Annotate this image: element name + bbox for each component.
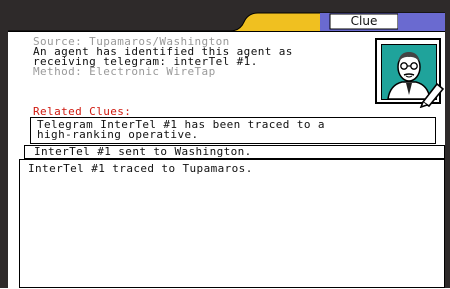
clue-window: Clue Source: Tupamaros/Washington An age… (0, 0, 450, 289)
related-clues-heading: Related Clues: (33, 105, 132, 118)
related-clue-item-1-line2: high-ranking operative. (37, 128, 199, 141)
window-frame-right (445, 0, 450, 288)
title-bar: Clue (0, 0, 450, 31)
related-clue-item-1[interactable]: Telegram InterTel #1 has been traced to … (30, 117, 436, 144)
tab-clue[interactable]: Clue (330, 14, 398, 29)
related-clue-item-2-line1: InterTel #1 sent to Washington. (34, 145, 252, 158)
related-clue-item-3[interactable]: InterTel #1 traced to Tupamaros. (19, 159, 445, 288)
window-frame-left (0, 0, 8, 288)
pencil-icon[interactable] (417, 78, 447, 108)
agent-portrait[interactable] (375, 38, 445, 108)
clue-method: Method: Electronic WireTap (33, 65, 216, 78)
related-clue-item-3-line1: InterTel #1 traced to Tupamaros. (28, 162, 253, 175)
related-clue-item-2[interactable]: InterTel #1 sent to Washington. (24, 145, 445, 159)
